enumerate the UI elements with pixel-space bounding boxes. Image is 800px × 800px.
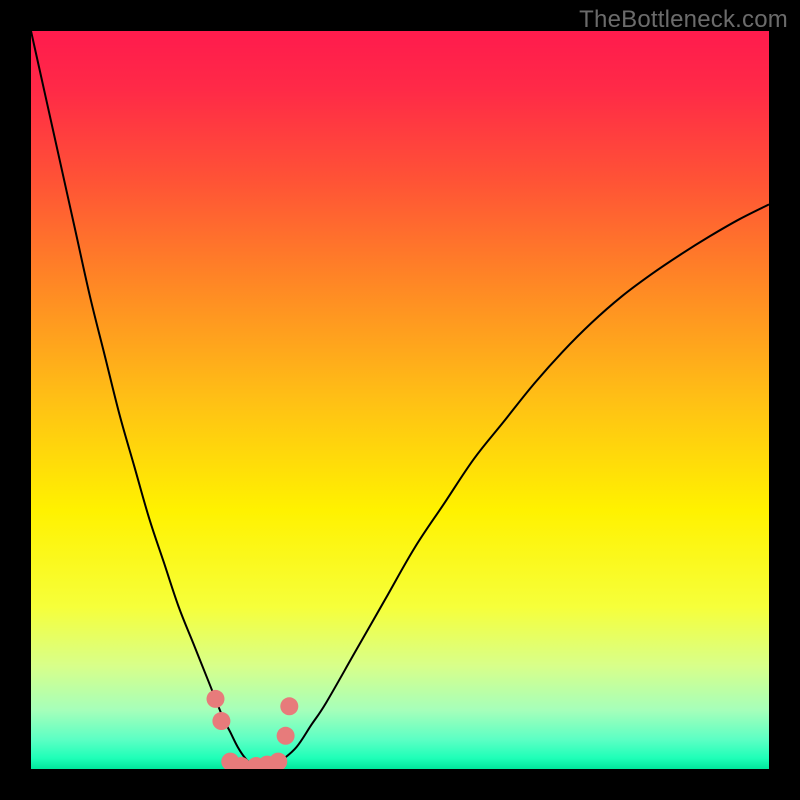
chart-background (31, 31, 769, 769)
trough-marker (277, 727, 295, 745)
watermark-text: TheBottleneck.com (579, 6, 788, 34)
chart-frame: TheBottleneck.com (0, 0, 800, 800)
trough-marker (212, 712, 230, 730)
plot-area (31, 31, 769, 769)
chart-svg (31, 31, 769, 769)
trough-marker (207, 690, 225, 708)
trough-marker (280, 697, 298, 715)
